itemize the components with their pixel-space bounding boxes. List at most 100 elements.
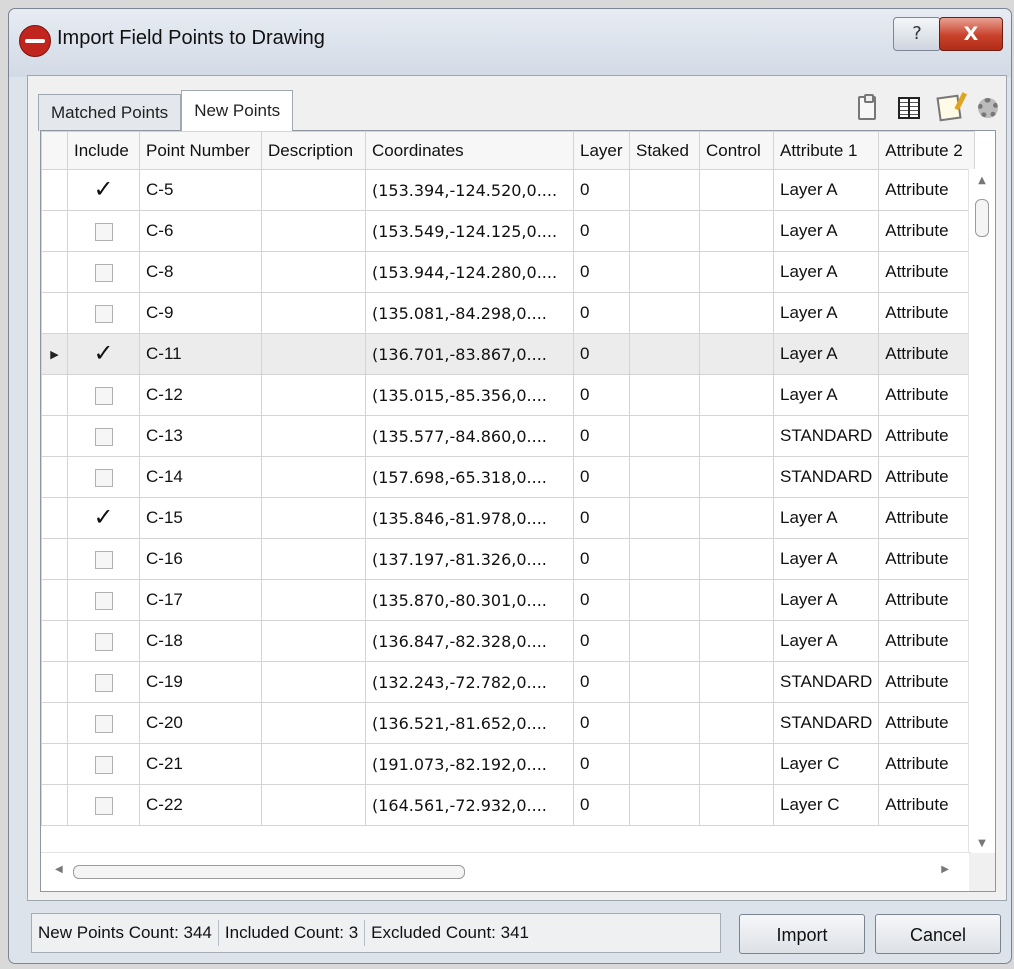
column-header[interactable]: Coordinates bbox=[365, 131, 574, 170]
table-row[interactable]: C-21 (191.073,-82.192,0.... 0 Layer C Attrib… bbox=[41, 743, 976, 785]
include-checkbox[interactable] bbox=[94, 591, 113, 610]
scroll-right-icon[interactable]: ▶ bbox=[941, 864, 949, 875]
row-indicator[interactable] bbox=[41, 251, 68, 293]
attribute-1-cell[interactable]: Layer A bbox=[772, 497, 880, 539]
attribute-2-cell[interactable]: Attribute bbox=[878, 661, 976, 703]
point-number-cell[interactable]: C-14 bbox=[139, 456, 262, 498]
layer-cell[interactable]: 0 bbox=[573, 456, 630, 498]
table-row[interactable]: C-19 (132.243,-72.782,0.... 0 STANDARD Attri… bbox=[41, 661, 976, 703]
layer-cell[interactable]: 0 bbox=[573, 169, 630, 211]
point-number-cell[interactable]: C-19 bbox=[139, 661, 262, 703]
column-header[interactable]: Attribute 2 bbox=[878, 131, 976, 170]
point-number-cell[interactable]: C-11 bbox=[139, 333, 262, 375]
attribute-2-cell[interactable]: Attribute bbox=[878, 251, 976, 293]
control-cell[interactable] bbox=[699, 333, 774, 375]
attribute-2-cell[interactable]: Attribute bbox=[878, 333, 976, 375]
coordinates-cell[interactable]: (136.701,-83.867,0.... bbox=[365, 333, 574, 375]
table-row[interactable]: C-5 (153.394,-124.520,0....0 Layer AAttrib… bbox=[41, 169, 976, 211]
tab-new-points[interactable]: New Points bbox=[181, 90, 294, 131]
attribute-1-cell[interactable]: Layer A bbox=[772, 333, 880, 375]
staked-cell[interactable] bbox=[629, 374, 700, 416]
include-checkbox[interactable] bbox=[94, 796, 113, 815]
attribute-2-cell[interactable]: Attribute bbox=[878, 538, 976, 580]
attribute-1-cell[interactable]: Layer A bbox=[772, 620, 880, 662]
import-button[interactable]: Import bbox=[739, 914, 865, 954]
attribute-2-cell[interactable]: Attribute bbox=[878, 169, 976, 211]
include-checkbox[interactable] bbox=[94, 673, 113, 692]
description-cell[interactable] bbox=[261, 538, 366, 580]
control-cell[interactable] bbox=[699, 702, 774, 744]
attribute-1-cell[interactable]: STANDARD bbox=[772, 702, 880, 744]
control-cell[interactable] bbox=[699, 784, 774, 826]
point-number-cell[interactable]: C-9 bbox=[139, 292, 262, 334]
attribute-2-cell[interactable]: Attribute bbox=[878, 456, 976, 498]
control-cell[interactable] bbox=[699, 292, 774, 334]
staked-cell[interactable] bbox=[629, 784, 700, 826]
layer-cell[interactable]: 0 bbox=[573, 579, 630, 621]
coordinates-cell[interactable]: (135.577,-84.860,0.... bbox=[365, 415, 574, 457]
table-row[interactable]: ▶ C-11 (136.701,-83.867,0....0 Layer AAttri… bbox=[41, 333, 976, 375]
attribute-2-cell[interactable]: Attribute bbox=[878, 374, 976, 416]
staked-cell[interactable] bbox=[629, 702, 700, 744]
column-header[interactable]: Attribute 1 bbox=[772, 131, 880, 170]
attribute-1-cell[interactable]: Layer A bbox=[772, 579, 880, 621]
scroll-down-icon[interactable]: ▼ bbox=[969, 838, 995, 849]
description-cell[interactable] bbox=[261, 620, 366, 662]
staked-cell[interactable] bbox=[629, 538, 700, 580]
control-cell[interactable] bbox=[699, 415, 774, 457]
layer-cell[interactable]: 0 bbox=[573, 620, 630, 662]
row-indicator[interactable] bbox=[41, 620, 68, 662]
scroll-left-icon[interactable]: ◀ bbox=[55, 864, 63, 875]
control-cell[interactable] bbox=[699, 620, 774, 662]
include-checkbox[interactable] bbox=[94, 468, 113, 487]
layer-cell[interactable]: 0 bbox=[573, 210, 630, 252]
staked-cell[interactable] bbox=[629, 743, 700, 785]
current-row-indicator-icon[interactable]: ▶ bbox=[41, 333, 68, 375]
row-indicator[interactable] bbox=[41, 374, 68, 416]
columns-icon[interactable] bbox=[898, 97, 920, 119]
coordinates-cell[interactable]: (164.561,-72.932,0.... bbox=[365, 784, 574, 826]
point-number-cell[interactable]: C-12 bbox=[139, 374, 262, 416]
control-cell[interactable] bbox=[699, 251, 774, 293]
staked-cell[interactable] bbox=[629, 579, 700, 621]
coordinates-cell[interactable]: (135.870,-80.301,0.... bbox=[365, 579, 574, 621]
attribute-1-cell[interactable]: Layer C bbox=[772, 784, 880, 826]
staked-cell[interactable] bbox=[629, 456, 700, 498]
table-row[interactable]: C-18 (136.847,-82.328,0.... 0 Layer A Attrib… bbox=[41, 620, 976, 662]
attribute-2-cell[interactable]: Attribute bbox=[878, 784, 976, 826]
attribute-1-cell[interactable]: STANDARD bbox=[772, 415, 880, 457]
column-header[interactable]: Include bbox=[67, 131, 140, 170]
attribute-1-cell[interactable]: Layer A bbox=[772, 538, 880, 580]
description-cell[interactable] bbox=[261, 702, 366, 744]
description-cell[interactable] bbox=[261, 784, 366, 826]
attribute-2-cell[interactable]: Attribute bbox=[878, 292, 976, 334]
layer-cell[interactable]: 0 bbox=[573, 374, 630, 416]
layer-cell[interactable]: 0 bbox=[573, 333, 630, 375]
help-button[interactable]: ? bbox=[893, 17, 941, 51]
point-number-cell[interactable]: C-16 bbox=[139, 538, 262, 580]
layer-cell[interactable]: 0 bbox=[573, 497, 630, 539]
horizontal-scrollbar[interactable]: ◀ ▶ bbox=[41, 852, 971, 891]
attribute-1-cell[interactable]: Layer C bbox=[772, 743, 880, 785]
include-checkbox[interactable] bbox=[94, 263, 113, 282]
row-indicator[interactable] bbox=[41, 702, 68, 744]
staked-cell[interactable] bbox=[629, 415, 700, 457]
coordinates-cell[interactable]: (137.197,-81.326,0.... bbox=[365, 538, 574, 580]
layer-cell[interactable]: 0 bbox=[573, 292, 630, 334]
control-cell[interactable] bbox=[699, 210, 774, 252]
include-checkbox[interactable] bbox=[94, 714, 113, 733]
table-row[interactable]: C-20 (136.521,-81.652,0.... 0 STANDARD Attri… bbox=[41, 702, 976, 744]
table-row[interactable]: C-8 (153.944,-124.280,0.... 0 Layer A Attrib… bbox=[41, 251, 976, 293]
layer-cell[interactable]: 0 bbox=[573, 251, 630, 293]
include-checkbox[interactable] bbox=[94, 222, 113, 241]
layer-cell[interactable]: 0 bbox=[573, 702, 630, 744]
coordinates-cell[interactable]: (153.549,-124.125,0.... bbox=[365, 210, 574, 252]
attribute-1-cell[interactable]: STANDARD bbox=[772, 456, 880, 498]
include-checkbox[interactable] bbox=[94, 503, 114, 532]
staked-cell[interactable] bbox=[629, 292, 700, 334]
table-row[interactable]: C-9 (135.081,-84.298,0.... 0 Layer A Attribu… bbox=[41, 292, 976, 334]
point-number-cell[interactable]: C-20 bbox=[139, 702, 262, 744]
include-checkbox[interactable] bbox=[94, 427, 113, 446]
coordinates-cell[interactable]: (135.846,-81.978,0.... bbox=[365, 497, 574, 539]
attribute-2-cell[interactable]: Attribute bbox=[878, 743, 976, 785]
